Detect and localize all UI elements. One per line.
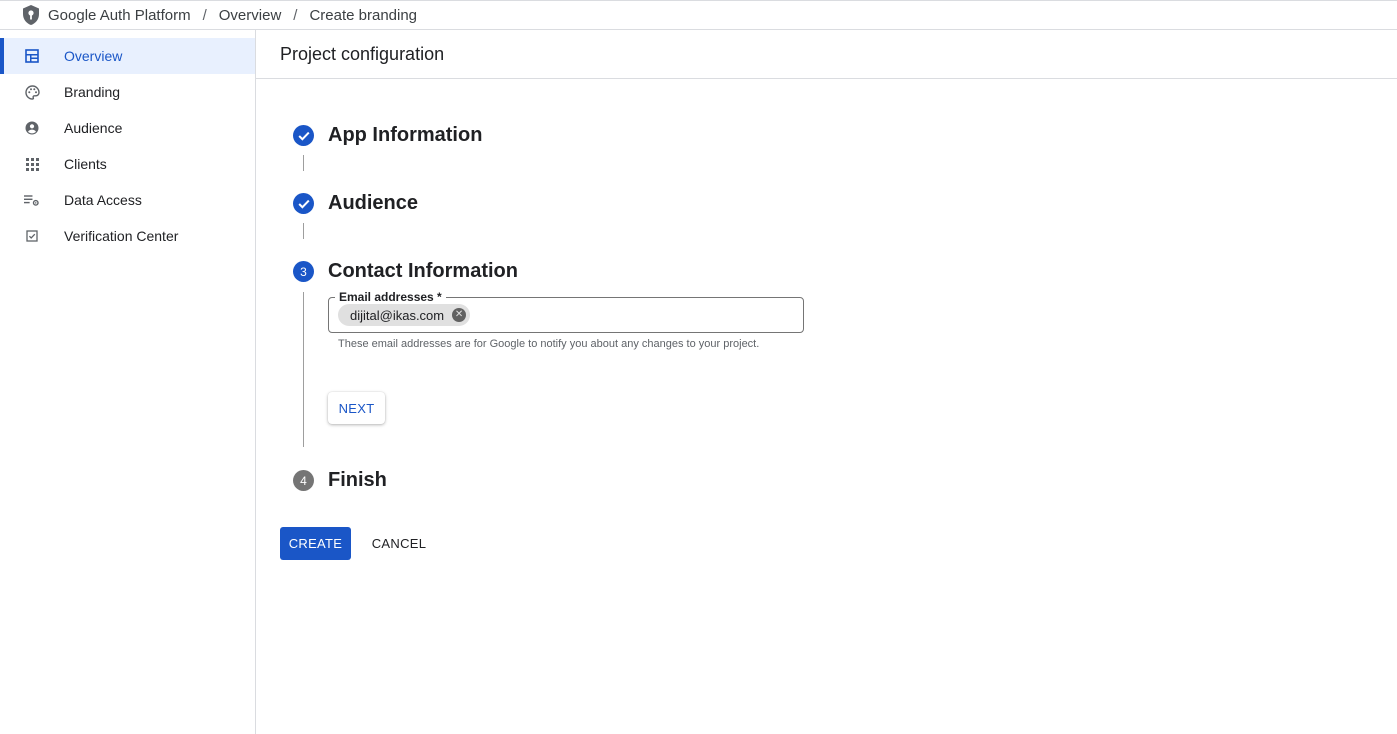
step-connector bbox=[303, 223, 304, 239]
checkbox-icon bbox=[24, 228, 40, 244]
email-chip-label: dijital@ikas.com bbox=[350, 307, 445, 323]
breadcrumb-item-overview[interactable]: Overview bbox=[219, 7, 282, 24]
breadcrumb-separator: / bbox=[202, 6, 207, 24]
sidebar-item-verification-center[interactable]: Verification Center bbox=[0, 218, 255, 254]
breadcrumb-separator: / bbox=[293, 6, 298, 24]
step-connector bbox=[303, 155, 304, 171]
sidebar: Overview Branding Audience Clients Data … bbox=[0, 30, 256, 734]
breadcrumb-item-current: Create branding bbox=[309, 6, 418, 24]
main-content: Project configuration App Information Au… bbox=[256, 30, 1397, 734]
step-title: App Information bbox=[328, 124, 483, 146]
cancel-button[interactable]: CANCEL bbox=[365, 527, 433, 560]
step-title: Audience bbox=[328, 192, 419, 214]
sidebar-item-audience[interactable]: Audience bbox=[0, 110, 255, 146]
remove-chip-icon[interactable]: ✕ bbox=[452, 308, 467, 322]
email-chip: dijital@ikas.com ✕ bbox=[338, 304, 471, 326]
email-addresses-field[interactable]: Email addresses * dijital@ikas.com ✕ bbox=[328, 290, 804, 333]
apps-grid-icon bbox=[24, 156, 40, 172]
sidebar-item-clients[interactable]: Clients bbox=[0, 146, 255, 182]
step-connector bbox=[303, 292, 304, 447]
email-field-label: Email addresses * bbox=[335, 290, 446, 304]
breadcrumb: Google Auth Platform / Overview / Create… bbox=[0, 0, 1397, 30]
shield-key-icon bbox=[22, 4, 42, 26]
step-number-badge: 4 bbox=[293, 470, 314, 491]
step-title: Contact Information bbox=[328, 260, 518, 282]
sidebar-item-label: Overview bbox=[64, 48, 123, 64]
dashboard-icon bbox=[24, 48, 40, 64]
sidebar-item-label: Clients bbox=[64, 156, 107, 172]
step-audience[interactable]: Audience bbox=[293, 192, 418, 215]
step-finish[interactable]: 4 Finish bbox=[293, 469, 387, 492]
sidebar-item-label: Branding bbox=[64, 84, 121, 100]
email-field-hint: These email addresses are for Google to … bbox=[338, 338, 760, 350]
sidebar-item-label: Data Access bbox=[64, 192, 142, 208]
sidebar-item-label: Verification Center bbox=[64, 228, 179, 244]
page-title: Project configuration bbox=[256, 30, 1397, 79]
palette-icon bbox=[24, 84, 40, 100]
sidebar-item-branding[interactable]: Branding bbox=[0, 74, 255, 110]
check-icon bbox=[293, 125, 314, 146]
create-button[interactable]: CREATE bbox=[280, 527, 351, 560]
sidebar-item-label: Audience bbox=[64, 120, 123, 136]
check-icon bbox=[293, 193, 314, 214]
step-title: Finish bbox=[328, 469, 387, 491]
sidebar-item-overview[interactable]: Overview bbox=[0, 38, 255, 74]
step-contact-information[interactable]: 3 Contact Information bbox=[293, 260, 518, 283]
breadcrumb-item-platform[interactable]: Google Auth Platform bbox=[48, 7, 191, 24]
step-app-information[interactable]: App Information bbox=[293, 124, 482, 147]
sidebar-item-data-access[interactable]: Data Access bbox=[0, 182, 255, 218]
account-circle-icon bbox=[24, 120, 40, 136]
next-button[interactable]: NEXT bbox=[328, 392, 385, 424]
list-settings-icon bbox=[24, 192, 40, 208]
step-number-badge: 3 bbox=[293, 261, 314, 282]
